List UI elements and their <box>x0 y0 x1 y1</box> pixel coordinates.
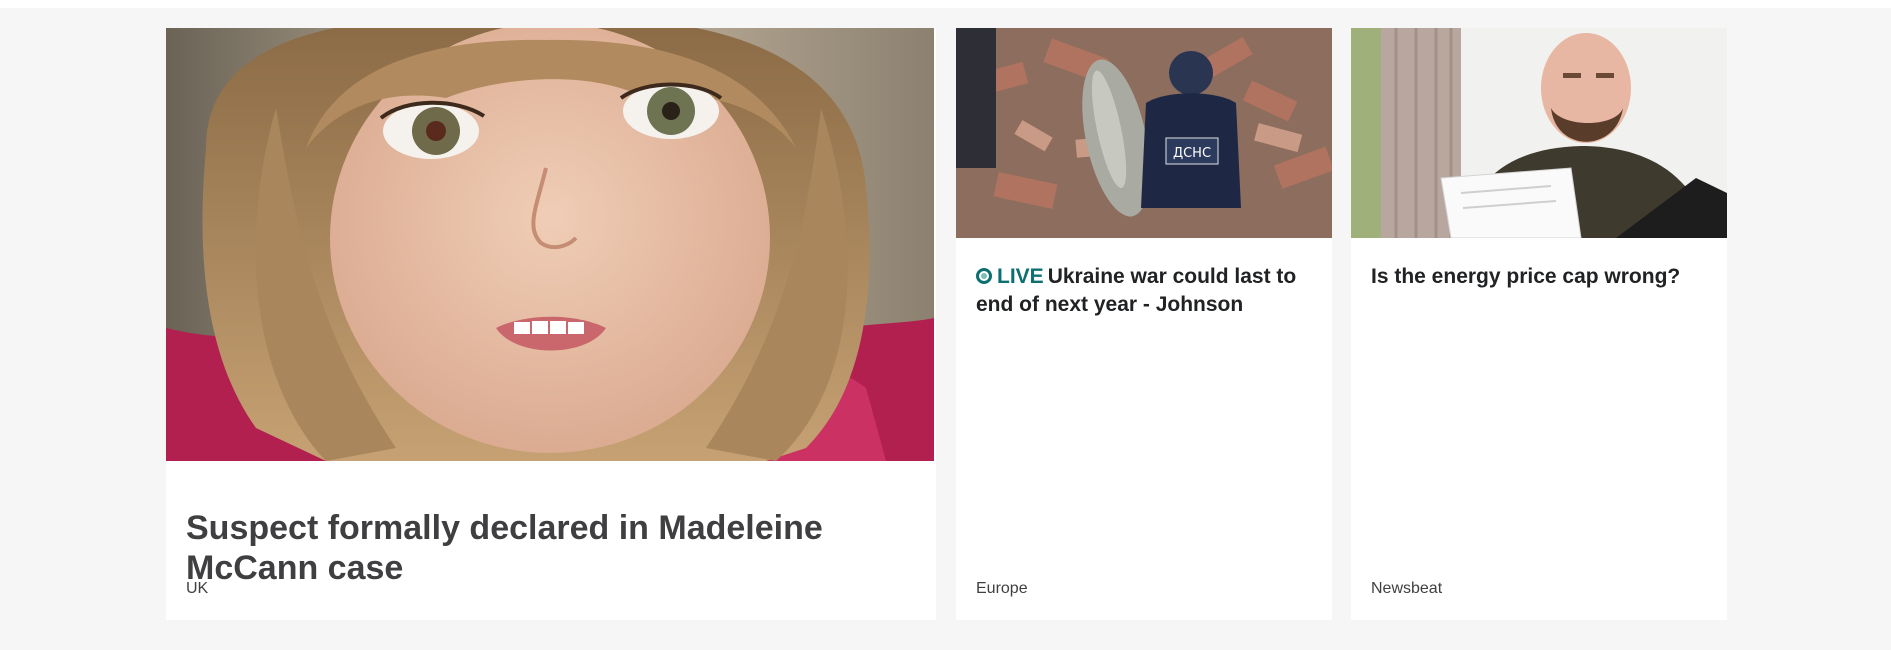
story-image-main[interactable] <box>166 28 934 461</box>
story-card-main[interactable]: Suspect formally declared in Madeleine M… <box>166 28 936 620</box>
story-section-tag-energy[interactable]: Newsbeat <box>1371 580 1442 598</box>
live-label: LIVE <box>997 265 1044 288</box>
story-headline-energy[interactable]: Is the energy price cap wrong? <box>1371 263 1721 291</box>
svg-text:ДСНС: ДСНС <box>1173 146 1211 161</box>
live-pulse-icon <box>976 268 992 284</box>
story-headline-main[interactable]: Suspect formally declared in Madeleine M… <box>186 508 886 588</box>
story-section-tag-main[interactable]: UK <box>186 580 208 598</box>
story-card-live[interactable]: ДСНС LIVE Ukraine war could last to end o… <box>956 28 1332 620</box>
story-image-energy[interactable] <box>1351 28 1727 238</box>
live-indicator: LIVE <box>976 265 1044 288</box>
story-card-energy[interactable]: Is the energy price cap wrong? Newsbeat <box>1351 28 1727 620</box>
story-section-tag-live[interactable]: Europe <box>976 580 1028 598</box>
story-headline-live[interactable]: LIVE Ukraine war could last to end of nex… <box>976 263 1326 319</box>
story-image-live[interactable]: ДСНС <box>956 28 1332 238</box>
